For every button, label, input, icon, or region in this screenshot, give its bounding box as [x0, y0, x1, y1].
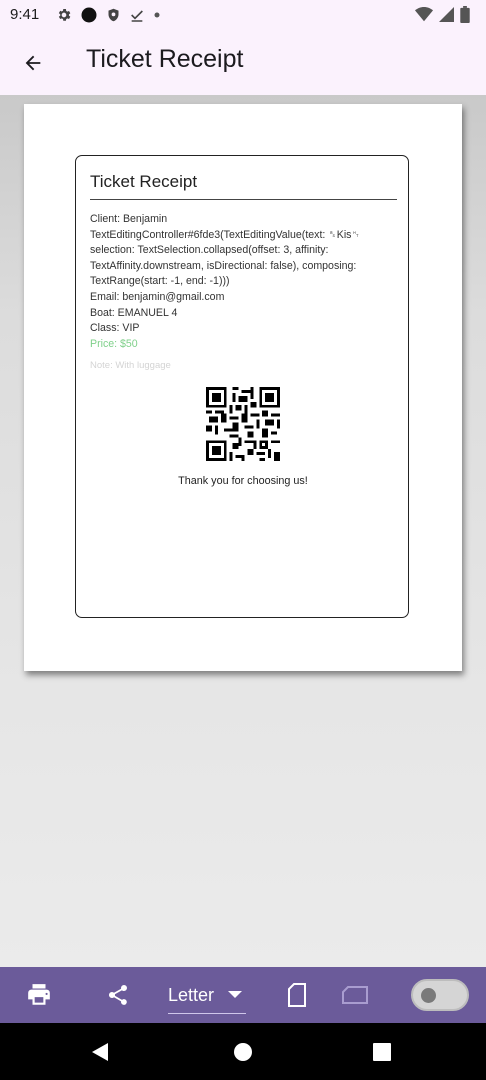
wifi-icon — [415, 7, 433, 22]
ticket-line-affinity: TextAffinity.downstream, isDirectional: … — [90, 259, 357, 272]
status-time: 9:41 — [10, 6, 40, 23]
ticket-line-boat: Boat: EMANUEL 4 — [90, 306, 178, 319]
toggle-switch[interactable] — [411, 979, 469, 1011]
ticket-line-price: Price: $50 — [90, 337, 138, 350]
ticket-line-client: Client: Benjamin — [90, 213, 168, 225]
page-title: Ticket Receipt — [86, 45, 244, 73]
pdf-preview-area[interactable]: Ticket Receipt Client: Benjamin TextEdit… — [0, 95, 486, 967]
status-icons-right — [415, 6, 470, 23]
status-bar: 9:41 — [0, 0, 486, 30]
ticket-details: Client: Benjamin TextEditingController#6… — [90, 212, 390, 374]
print-button[interactable] — [22, 979, 56, 1011]
arrow-left-icon — [25, 55, 41, 71]
portrait-page-icon — [288, 983, 306, 1007]
ticket-line-range: TextRange(start: -1, end: -1))) — [90, 275, 230, 288]
app-bar: Ticket Receipt — [0, 30, 486, 95]
battery-icon — [460, 6, 470, 23]
ticket-line-note: Note: With luggage — [90, 360, 171, 372]
printer-icon — [28, 984, 50, 1005]
ticket-line-class: Class: VIP — [90, 322, 140, 335]
ticket-line-controller: TextEditingController#6fde3(TextEditingV… — [90, 228, 360, 241]
landscape-orientation-button[interactable] — [338, 979, 372, 1011]
square-recents-icon[interactable] — [373, 1043, 391, 1061]
status-icons-left — [56, 6, 161, 24]
back-button[interactable] — [14, 44, 52, 82]
caret-down-icon — [228, 991, 243, 998]
circle-icon — [81, 7, 97, 23]
thank-you-text: Thank you for choosing us! — [178, 475, 308, 487]
signal-icon — [439, 7, 454, 22]
divider — [90, 199, 397, 200]
ticket-line-selection: selection: TextSelection.collapsed(offse… — [90, 244, 329, 257]
ticket-title: Ticket Receipt — [90, 172, 198, 191]
ticket-line-email: Email: benjamin@gmail.com — [90, 290, 225, 303]
system-nav-bar — [0, 1023, 486, 1080]
ticket-card: Ticket Receipt Client: Benjamin TextEdit… — [75, 155, 409, 618]
landscape-page-icon — [342, 986, 368, 1004]
shield-icon — [108, 8, 119, 22]
qr-code — [206, 387, 280, 461]
dot-icon — [154, 12, 160, 18]
print-toolbar: Letter — [0, 967, 486, 1023]
share-icon — [108, 985, 127, 1005]
share-button[interactable] — [101, 979, 135, 1011]
triangle-back-icon[interactable] — [90, 1042, 110, 1062]
gear-icon — [58, 9, 71, 21]
paper-size-label: Letter — [168, 984, 215, 1005]
portrait-orientation-button[interactable] — [282, 979, 312, 1011]
pdf-page: Ticket Receipt Client: Benjamin TextEdit… — [24, 104, 462, 671]
check-download-icon — [131, 10, 143, 22]
toggle-knob — [421, 988, 436, 1003]
paper-size-dropdown[interactable]: Letter — [168, 977, 246, 1014]
circle-home-icon[interactable] — [233, 1042, 253, 1062]
